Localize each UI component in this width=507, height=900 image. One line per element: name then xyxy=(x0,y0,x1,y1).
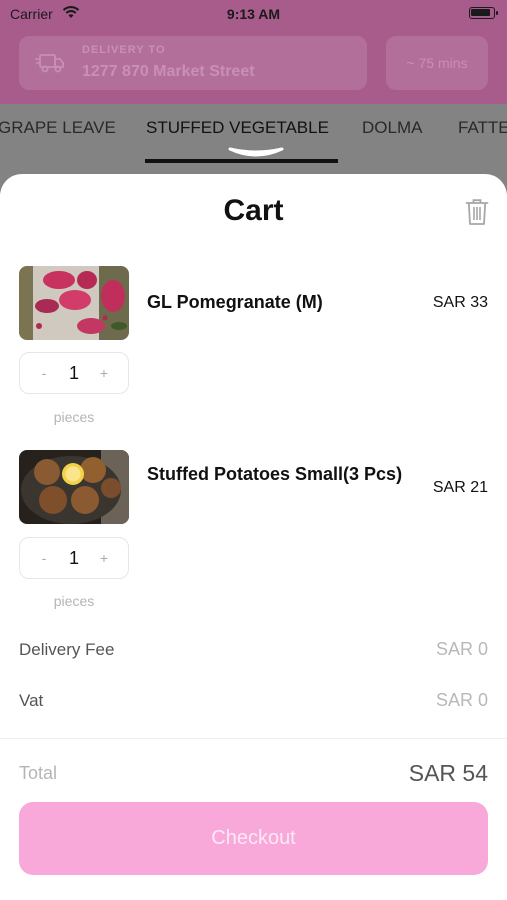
delivery-address-selector[interactable]: DELIVERY TO 1277 870 Market Street xyxy=(19,36,367,90)
cart-item-name: Stuffed Potatoes Small(3 Pcs) xyxy=(147,464,403,484)
quantity-unit: pieces xyxy=(53,409,95,425)
quantity-stepper: - 1 + xyxy=(19,537,129,579)
delivery-fee-value: SAR 0 xyxy=(435,639,488,659)
increment-button[interactable]: + xyxy=(90,538,118,578)
delivery-fee-label: Delivery Fee xyxy=(19,640,115,659)
checkout-button[interactable]: Checkout xyxy=(19,802,488,875)
page-title: Cart xyxy=(223,194,284,227)
delivery-eta[interactable]: ~ 75 mins xyxy=(386,36,488,90)
tab-stuffed-vegetable[interactable]: STUFFED VEGETABLE xyxy=(146,118,329,138)
trash-icon[interactable] xyxy=(465,198,489,226)
quantity-unit: pieces xyxy=(53,593,95,609)
tab-dolma[interactable]: DOLMA xyxy=(362,118,422,138)
divider xyxy=(0,738,507,739)
status-bar: Carrier 9:13 AM xyxy=(0,0,507,28)
vat-value: SAR 0 xyxy=(435,690,488,710)
delivery-address: 1277 870 Market Street xyxy=(82,63,255,80)
total-value: SAR 54 xyxy=(408,760,488,786)
truck-icon xyxy=(35,54,64,73)
product-image-stuffed-potatoes xyxy=(19,450,129,524)
cart-item-price: SAR 21 xyxy=(432,479,488,496)
tab-grape-leave[interactable]: GRAPE LEAVE xyxy=(0,118,116,138)
tab-fatte[interactable]: FATTE xyxy=(458,118,507,138)
vat-label: Vat xyxy=(19,691,44,710)
clock: 9:13 AM xyxy=(226,6,281,22)
delivery-label: DELIVERY TO xyxy=(82,44,166,56)
product-image-pomegranate xyxy=(19,266,129,340)
cart-item-name: GL Pomegranate (M) xyxy=(147,292,323,312)
chevron-down-icon[interactable] xyxy=(228,146,284,160)
increment-button[interactable]: + xyxy=(90,353,118,393)
total-label: Total xyxy=(19,763,58,783)
quantity-stepper: - 1 + xyxy=(19,352,129,394)
cart-item-price: SAR 33 xyxy=(432,294,488,311)
battery-icon xyxy=(469,7,498,19)
